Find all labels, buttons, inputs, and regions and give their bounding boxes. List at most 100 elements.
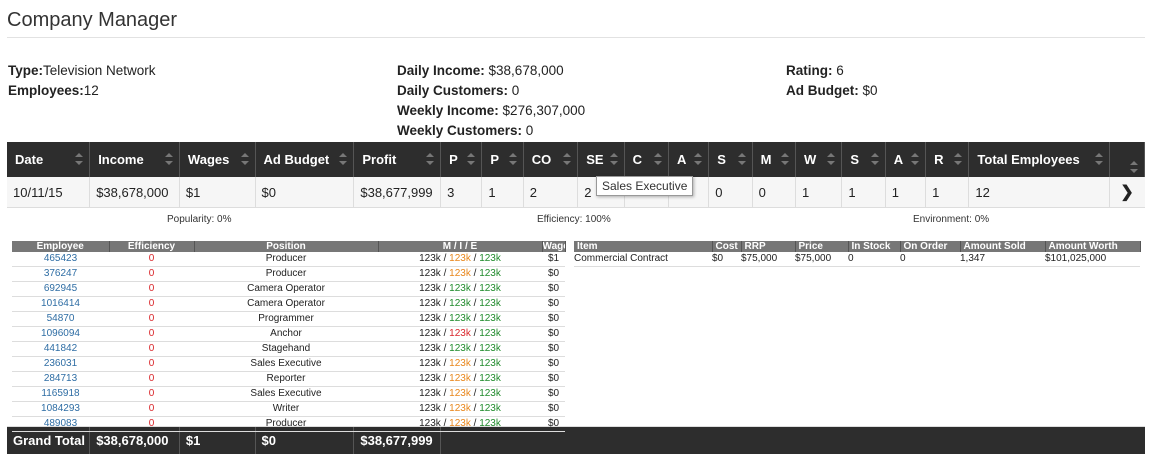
mie-e: 123k xyxy=(479,343,501,354)
employee-wage: $0 xyxy=(542,386,565,402)
employee-link[interactable]: 284713 xyxy=(44,373,77,384)
company-table: Date Income Wages Ad Budget Profit P P C… xyxy=(7,142,1146,454)
sort-icon xyxy=(653,153,663,167)
mie-i: 123k xyxy=(449,313,471,324)
employee-id[interactable]: 376247 xyxy=(12,266,109,282)
on-order-header: On Order xyxy=(900,241,961,252)
rating-value: 6 xyxy=(832,63,844,78)
employee-link[interactable]: 1096094 xyxy=(41,328,80,339)
employee-position: Reporter xyxy=(194,371,378,387)
column-header-a2[interactable]: A xyxy=(885,142,927,177)
mie-header: M / I / E xyxy=(378,241,543,252)
employee-link[interactable]: 236031 xyxy=(44,358,77,369)
employee-position: Stagehand xyxy=(194,341,378,357)
column-header-profit[interactable]: Profit xyxy=(353,142,442,177)
column-header-ad-budget[interactable]: Ad Budget xyxy=(255,142,355,177)
employee-id[interactable]: 1084293 xyxy=(12,401,109,417)
employee-position: Producer xyxy=(194,266,378,282)
employee-id[interactable]: 441842 xyxy=(12,341,109,357)
daily-income-value: $38,678,000 xyxy=(484,63,564,78)
employee-id[interactable]: 465423 xyxy=(12,252,109,267)
price-header: Price xyxy=(795,241,849,252)
efficiency-header: Efficiency xyxy=(109,241,195,252)
employee-id[interactable]: 1165918 xyxy=(12,386,109,402)
column-header-wages[interactable]: Wages xyxy=(179,142,256,177)
employee-row: 1016414 0 Camera Operator 123k / 123k / 123… xyxy=(12,296,565,312)
employee-row: 1084293 0 Writer 123k / 123k / 123k $0 xyxy=(12,401,565,417)
employee-position: Camera Operator xyxy=(194,296,378,312)
column-header-r[interactable]: R xyxy=(925,142,970,177)
employee-link[interactable]: 1084293 xyxy=(41,403,80,414)
mie-e: 123k xyxy=(479,418,501,429)
employee-row: 1096094 0 Anchor 123k / 123k / 123k $0 xyxy=(12,326,565,342)
column-header-c[interactable]: C xyxy=(624,142,669,177)
employee-wage: $0 xyxy=(542,341,565,357)
employee-position: Sales Executive xyxy=(194,386,378,402)
employee-id[interactable]: 54870 xyxy=(12,311,109,327)
sort-icon xyxy=(953,153,963,167)
employee-id[interactable]: 236031 xyxy=(12,356,109,372)
sort-icon xyxy=(508,153,518,167)
type-value: Television Network xyxy=(43,63,156,78)
employee-link[interactable]: 441842 xyxy=(44,343,77,354)
item-amount-worth: $101,025,000 xyxy=(1045,252,1140,267)
cell-income: $38,678,000 xyxy=(89,177,180,208)
employee-efficiency: 0 xyxy=(109,296,194,312)
column-header-p1[interactable]: P xyxy=(440,142,483,177)
employee-link[interactable]: 376247 xyxy=(44,268,77,279)
employee-mie: 123k / 123k / 123k xyxy=(378,386,542,402)
employee-link[interactable]: 1165918 xyxy=(41,388,79,399)
mie-i: 123k xyxy=(449,418,471,429)
daily-income-label: Daily Income: xyxy=(397,63,485,78)
info-column-3: Rating: 6 Ad Budget: $0 xyxy=(786,61,878,101)
column-header-a1[interactable]: A xyxy=(668,142,710,177)
employee-id[interactable]: 489083 xyxy=(12,416,109,432)
employee-link[interactable]: 465423 xyxy=(44,253,77,264)
in-stock-header: In Stock xyxy=(848,241,901,252)
employee-link[interactable]: 692945 xyxy=(44,283,77,294)
employees-value: 12 xyxy=(83,83,99,98)
column-header-income[interactable]: Income xyxy=(89,142,180,177)
ad-budget-label: Ad Budget: xyxy=(786,83,859,98)
column-header-p2[interactable]: P xyxy=(481,142,524,177)
employee-id[interactable]: 1016414 xyxy=(12,296,109,312)
cell-w: 1 xyxy=(795,177,843,208)
sort-icon xyxy=(609,153,619,167)
column-header-s1[interactable]: S xyxy=(708,142,753,177)
employee-id[interactable]: 284713 xyxy=(12,371,109,387)
sort-icon xyxy=(1094,153,1104,167)
cell-date: 10/11/15 xyxy=(7,177,91,208)
column-header-s2[interactable]: S xyxy=(841,142,886,177)
column-header-m[interactable]: M xyxy=(752,142,797,177)
title-divider xyxy=(7,37,1145,38)
employee-link[interactable]: 489083 xyxy=(44,418,77,429)
employee-id[interactable]: 1096094 xyxy=(12,326,109,342)
sort-icon xyxy=(780,153,790,167)
employee-id[interactable]: 692945 xyxy=(12,281,109,297)
column-header-date[interactable]: Date xyxy=(7,142,91,177)
employee-mie: 123k / 123k / 123k xyxy=(378,371,542,387)
column-header-w[interactable]: W xyxy=(795,142,843,177)
mie-m: 123k xyxy=(419,253,441,264)
chevron-right-icon[interactable]: ❯ xyxy=(1109,177,1145,208)
employee-link[interactable]: 1016414 xyxy=(41,298,80,309)
employee-mie: 123k / 123k / 123k xyxy=(378,266,542,282)
column-header-se[interactable]: SE xyxy=(577,142,625,177)
column-header-total-employees[interactable]: Total Employees xyxy=(968,142,1110,177)
efficiency-metric: Efficiency: 100% xyxy=(537,214,611,225)
employee-link[interactable]: 54870 xyxy=(47,313,75,324)
amount-worth-header: Amount Worth xyxy=(1045,241,1141,252)
sort-icon xyxy=(870,153,880,167)
employee-position: Sales Executive xyxy=(194,356,378,372)
mie-m: 123k xyxy=(419,313,441,324)
table-row[interactable]: 10/11/15 $38,678,000 $1 $0 $38,677,999 3… xyxy=(7,177,1145,208)
column-header-co[interactable]: CO xyxy=(523,142,579,177)
mie-i: 123k xyxy=(449,253,471,264)
item-in-stock: 0 xyxy=(848,252,900,267)
mie-m: 123k xyxy=(419,403,441,414)
employee-mie: 123k / 123k / 123k xyxy=(378,296,542,312)
cell-m: 0 xyxy=(752,177,797,208)
employee-row: 1165918 0 Sales Executive 123k / 123k / 123… xyxy=(12,386,565,402)
sort-icon xyxy=(466,153,476,167)
column-header-expand[interactable] xyxy=(1109,142,1146,177)
